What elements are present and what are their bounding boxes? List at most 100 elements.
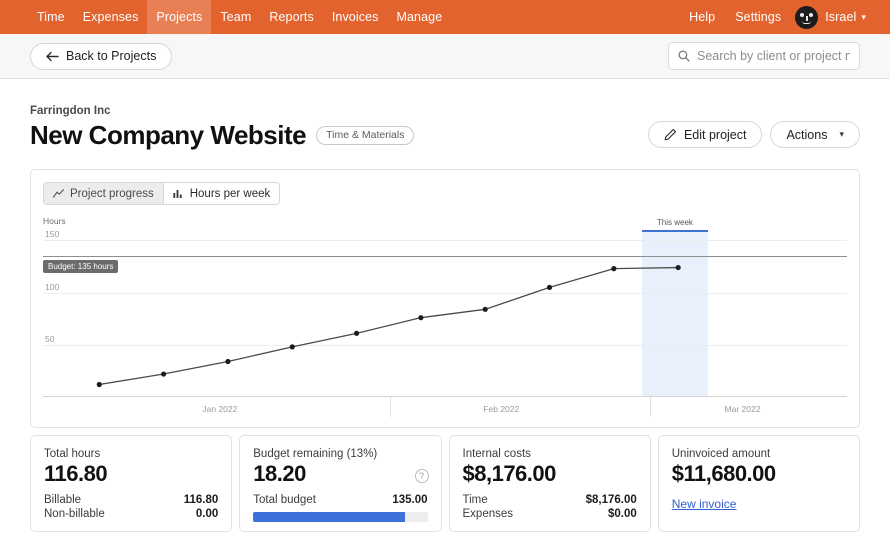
card-row-nonbillable-value: 0.00 (196, 508, 218, 520)
project-type-badge: Time & Materials (316, 126, 414, 145)
nav-item-invoices[interactable]: Invoices (323, 0, 388, 34)
avatar-mouth-icon (802, 21, 811, 24)
help-icon[interactable]: ? (415, 469, 429, 483)
nav-item-manage[interactable]: Manage (387, 0, 451, 34)
user-menu-label: Israel (825, 10, 856, 24)
chart-data-point[interactable] (418, 315, 423, 320)
tab-hours-per-week-label: Hours per week (190, 188, 271, 200)
card-row-time: Time $8,176.00 (463, 494, 637, 506)
search-box[interactable] (668, 42, 860, 70)
card-row-total-budget-value: 135.00 (392, 494, 427, 506)
new-invoice-link[interactable]: New invoice (672, 497, 737, 511)
page-title-block: Farringdon Inc New Company Website Time … (30, 105, 414, 151)
primary-nav-items: Time Expenses Projects Team Reports Invo… (28, 0, 451, 34)
card-uninvoiced-amount-label: Uninvoiced amount (672, 448, 846, 460)
chart-x-separator (650, 397, 651, 417)
chart-x-tick-label: Jan 2022 (202, 404, 237, 414)
chevron-down-icon: ▾ (839, 129, 844, 140)
page-header: Farringdon Inc New Company Website Time … (30, 79, 860, 151)
card-row-expenses-key: Expenses (463, 508, 514, 520)
nav-item-time[interactable]: Time (28, 0, 74, 34)
card-budget-remaining-label: Budget remaining (13%) (253, 448, 427, 460)
card-row-expenses-value: $0.00 (608, 508, 637, 520)
header-actions: Edit project Actions ▾ (648, 121, 860, 151)
card-budget-remaining: Budget remaining (13%) 18.20 ? Total bud… (239, 435, 441, 532)
card-uninvoiced-amount-value: $11,680.00 (672, 461, 846, 487)
chart-data-point[interactable] (676, 265, 681, 270)
nav-item-settings[interactable]: Settings (725, 10, 791, 24)
tab-project-progress-label: Project progress (70, 188, 154, 200)
card-total-hours-value: 116.80 (44, 461, 218, 487)
chart-plot: Hours This week50100150Budget: 135 hours… (43, 216, 847, 419)
user-menu[interactable]: Israel ▾ (825, 10, 876, 24)
arrow-left-icon (46, 51, 59, 62)
card-uninvoiced-amount: Uninvoiced amount $11,680.00 New invoice (658, 435, 860, 532)
chart-card: Project progress Hours per week Hours Th… (30, 169, 860, 428)
chart-x-tick-label: Mar 2022 (725, 404, 761, 414)
actions-label: Actions (786, 128, 827, 142)
chart-data-point[interactable] (611, 266, 616, 271)
edit-project-button[interactable]: Edit project (648, 121, 763, 148)
budget-progress-bar (253, 512, 427, 522)
card-row-billable-value: 116.80 (184, 494, 219, 506)
card-row-nonbillable: Non-billable 0.00 (44, 508, 218, 520)
chart-data-point[interactable] (161, 371, 166, 376)
chart-data-point[interactable] (483, 307, 488, 312)
avatar-nose-icon (806, 16, 808, 21)
search-icon (678, 50, 690, 62)
chart-y-axis-title: Hours (43, 216, 66, 226)
chart-data-point[interactable] (547, 285, 552, 290)
avatar-eye-left-icon (800, 13, 804, 17)
avatar[interactable] (795, 6, 818, 29)
nav-item-expenses[interactable]: Expenses (74, 0, 148, 34)
card-row-nonbillable-key: Non-billable (44, 508, 105, 520)
chart-data-point[interactable] (290, 344, 295, 349)
back-to-projects-label: Back to Projects (66, 49, 156, 63)
title-row: New Company Website Time & Materials (30, 120, 414, 151)
card-row-time-key: Time (463, 494, 488, 506)
pencil-icon (664, 128, 677, 141)
card-internal-costs-label: Internal costs (463, 448, 637, 460)
line-chart-icon (53, 189, 64, 198)
card-total-hours: Total hours 116.80 Billable 116.80 Non-b… (30, 435, 232, 532)
summary-cards: Total hours 116.80 Billable 116.80 Non-b… (30, 435, 860, 532)
page-content: Farringdon Inc New Company Website Time … (0, 79, 890, 532)
card-row-time-value: $8,176.00 (586, 494, 637, 506)
chart-x-separator (390, 397, 391, 417)
card-row-billable: Billable 116.80 (44, 494, 218, 506)
avatar-eye-right-icon (809, 13, 813, 17)
page-title: New Company Website (30, 120, 306, 151)
card-row-expenses: Expenses $0.00 (463, 508, 637, 520)
card-internal-costs-value: $8,176.00 (463, 461, 637, 487)
card-internal-costs: Internal costs $8,176.00 Time $8,176.00 … (449, 435, 651, 532)
card-row-total-budget: Total budget 135.00 (253, 494, 427, 506)
chart-plot-area: This week50100150Budget: 135 hoursJan 20… (43, 230, 847, 397)
chart-data-point[interactable] (225, 359, 230, 364)
secondary-nav-items: Help Settings Israel ▾ (679, 0, 890, 34)
back-to-projects-button[interactable]: Back to Projects (30, 43, 172, 70)
chart-series-layer (43, 230, 847, 397)
budget-progress-fill (253, 512, 405, 522)
card-total-hours-label: Total hours (44, 448, 218, 460)
chart-data-point[interactable] (354, 331, 359, 336)
chevron-down-icon: ▾ (861, 12, 866, 23)
bar-chart-icon (173, 189, 184, 198)
nav-item-team[interactable]: Team (211, 0, 260, 34)
chart-tab-group: Project progress Hours per week (43, 182, 280, 205)
nav-item-help[interactable]: Help (679, 10, 725, 24)
chart-series-line (99, 268, 678, 385)
tab-project-progress[interactable]: Project progress (44, 183, 163, 204)
tab-hours-per-week[interactable]: Hours per week (163, 183, 280, 204)
client-name: Farringdon Inc (30, 105, 414, 117)
chart-x-tick-label: Feb 2022 (483, 404, 519, 414)
chart-this-week-label: This week (642, 218, 708, 227)
card-row-billable-key: Billable (44, 494, 81, 506)
card-budget-remaining-value: 18.20 (253, 461, 427, 487)
nav-item-projects[interactable]: Projects (147, 0, 211, 34)
card-row-total-budget-key: Total budget (253, 494, 316, 506)
search-input[interactable] (697, 49, 850, 63)
nav-item-reports[interactable]: Reports (260, 0, 322, 34)
chart-data-point[interactable] (97, 382, 102, 387)
edit-project-label: Edit project (684, 128, 747, 142)
actions-button[interactable]: Actions ▾ (770, 121, 860, 148)
